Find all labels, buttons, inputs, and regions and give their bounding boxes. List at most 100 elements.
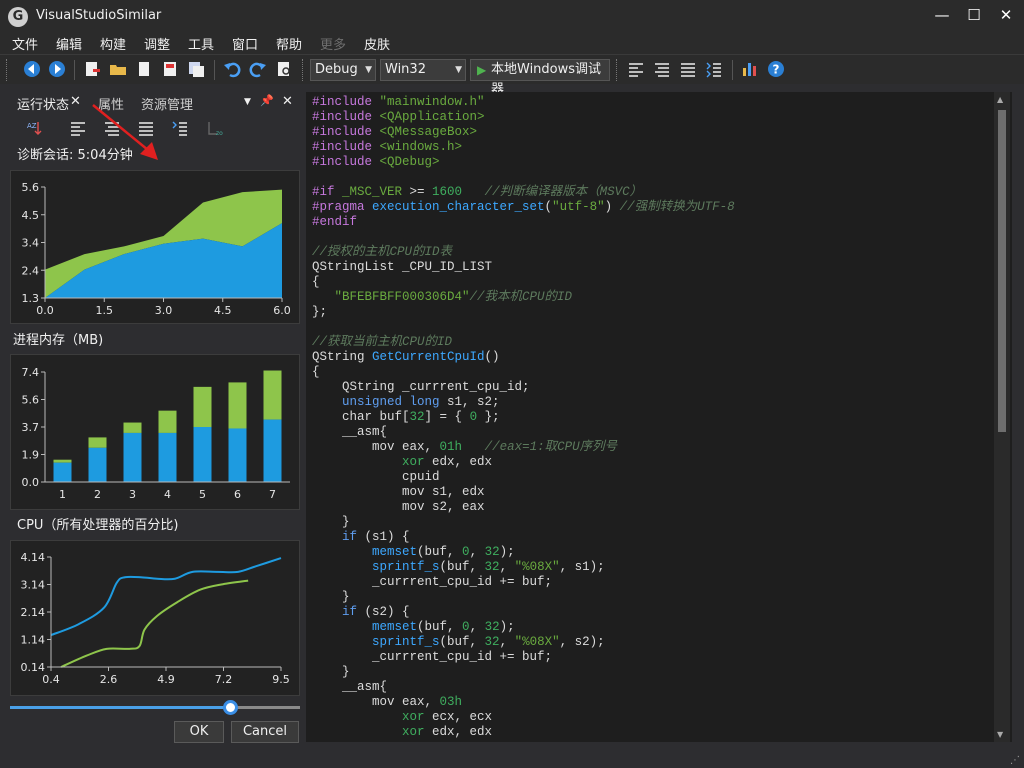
run-debugger-button[interactable]: ▶ 本地Windows调试器 [470,59,610,97]
y-tick-label: 1.14 [21,634,46,647]
code-line[interactable]: xor ecx, ecx [312,710,735,725]
code-line[interactable]: memset(buf, 0, 32); [312,545,735,560]
time-slider[interactable] [10,700,300,715]
code-line[interactable]: xor edx, edx [312,455,735,470]
code-line[interactable] [312,170,735,185]
code-line[interactable]: //授权的主机CPU的ID表 [312,245,735,260]
toolbar-grip[interactable] [6,59,9,81]
code-line[interactable]: xor edx, edx [312,725,735,740]
code-line[interactable]: "BFEBFBFF000306D4"//我本机CPU的ID [312,290,735,305]
panel-close-icon[interactable]: ✕ [282,94,293,109]
close-window-button[interactable]: ✕ [992,4,1020,26]
code-line[interactable]: { [312,365,735,380]
code-line[interactable]: _currrent_cpu_id += buf; [312,650,735,665]
code-line[interactable]: if (s1) { [312,530,735,545]
menu-adjust[interactable]: 调整 [144,34,170,53]
code-line[interactable]: QString GetCurrentCpuId() [312,350,735,365]
tab-close-icon[interactable]: ✕ [70,94,81,109]
platform-select[interactable]: Win32 ▼ [380,59,466,81]
code-line[interactable]: } [312,665,735,680]
config-select[interactable]: Debug ▼ [310,59,376,81]
code-editor[interactable]: #include "mainwindow.h" #include <QApplic… [306,92,1012,742]
code-line[interactable]: mov s2, eax [312,500,735,515]
code-line[interactable]: #if _MSC_VER >= 1600 //判断编译器版本（MSVC） [312,185,735,200]
menu-tools[interactable]: 工具 [188,34,214,53]
slider-thumb[interactable] [223,700,239,715]
menu-window[interactable]: 窗口 [232,34,258,53]
code-text[interactable]: #include "mainwindow.h" #include <QApplic… [312,95,735,740]
ok-button[interactable]: OK [174,721,224,743]
code-line[interactable]: __asm{ [312,425,735,440]
maximize-button[interactable]: ☐ [960,4,988,26]
resize-grip-icon[interactable]: ⋰ [1010,755,1020,766]
indent-icon[interactable] [170,118,190,138]
save-all-icon[interactable] [186,59,206,79]
code-line[interactable]: { [312,275,735,290]
pin-icon[interactable]: 📌 [260,94,274,107]
align-left-icon[interactable] [626,59,646,79]
code-line[interactable]: _currrent_cpu_id += buf; [312,575,735,590]
new-file-icon[interactable] [82,59,102,79]
config-value: Debug [315,62,358,77]
panel-menu-icon[interactable]: ▼ [244,97,251,107]
menu-skin[interactable]: 皮肤 [364,34,390,53]
scroll-down-icon[interactable]: ▼ [997,730,1003,739]
code-line[interactable]: #include <windows.h> [312,140,735,155]
outdent-icon[interactable]: zo [204,118,224,138]
code-line[interactable]: __asm{ [312,680,735,695]
cancel-button[interactable]: Cancel [231,721,299,743]
code-line[interactable]: //获取当前主机CPU的ID [312,335,735,350]
code-line[interactable]: memset(buf, 0, 32); [312,620,735,635]
code-line[interactable]: sprintf_s(buf, 32, "%08X", s1); [312,560,735,575]
indent-icon[interactable] [704,59,724,79]
code-line[interactable]: cpuid [312,470,735,485]
align-right-icon[interactable] [678,59,698,79]
sort-icon[interactable]: AZ [26,118,46,138]
back-icon[interactable] [22,59,42,79]
minimize-button[interactable]: — [928,4,956,26]
code-line[interactable]: #include "mainwindow.h" [312,95,735,110]
scroll-up-icon[interactable]: ▲ [997,95,1003,104]
code-line[interactable]: #pragma execution_character_set("utf-8")… [312,200,735,215]
toolbar-grip[interactable] [302,59,305,81]
scrollbar-thumb[interactable] [998,110,1006,432]
align-center-icon[interactable] [652,59,672,79]
code-line[interactable]: mov s1, edx [312,485,735,500]
open-folder-icon[interactable] [108,59,128,79]
find-icon[interactable] [274,59,294,79]
tab-run-status[interactable]: 运行状态 [17,94,69,113]
code-line[interactable] [312,230,735,245]
undo-icon[interactable] [222,59,242,79]
code-line[interactable]: #include <QMessageBox> [312,125,735,140]
toolbar-grip[interactable] [616,59,619,81]
code-line[interactable]: #include <QDebug> [312,155,735,170]
code-line[interactable]: sprintf_s(buf, 32, "%08X", s2); [312,635,735,650]
file-icon[interactable] [134,59,154,79]
menu-help[interactable]: 帮助 [276,34,302,53]
code-line[interactable]: } [312,590,735,605]
code-line[interactable]: #endif [312,215,735,230]
code-line[interactable]: mov eax, 03h [312,695,735,710]
code-line[interactable]: QStringList _CPU_ID_LIST [312,260,735,275]
editor-scrollbar[interactable]: ▲ ▼ [994,92,1010,742]
chart-icon[interactable] [740,59,760,79]
code-line[interactable]: char buf[32] = { 0 }; [312,410,735,425]
align-left-icon[interactable] [68,118,88,138]
menu-file[interactable]: 文件 [12,34,38,53]
forward-icon[interactable] [47,59,67,79]
code-line[interactable]: } [312,515,735,530]
help-icon[interactable]: ? [766,59,786,79]
redo-icon[interactable] [248,59,268,79]
code-line[interactable]: #include <QApplication> [312,110,735,125]
menu-edit[interactable]: 编辑 [56,34,82,53]
chevron-down-icon: ▼ [365,65,372,75]
save-icon[interactable] [160,59,180,79]
code-line[interactable]: if (s2) { [312,605,735,620]
code-line[interactable]: unsigned long s1, s2; [312,395,735,410]
menu-build[interactable]: 构建 [100,34,126,53]
code-line[interactable]: mov eax, 01h //eax=1:取CPU序列号 [312,440,735,455]
code-line[interactable]: QString _currrent_cpu_id; [312,380,735,395]
code-line[interactable]: }; [312,305,735,320]
code-line[interactable] [312,320,735,335]
